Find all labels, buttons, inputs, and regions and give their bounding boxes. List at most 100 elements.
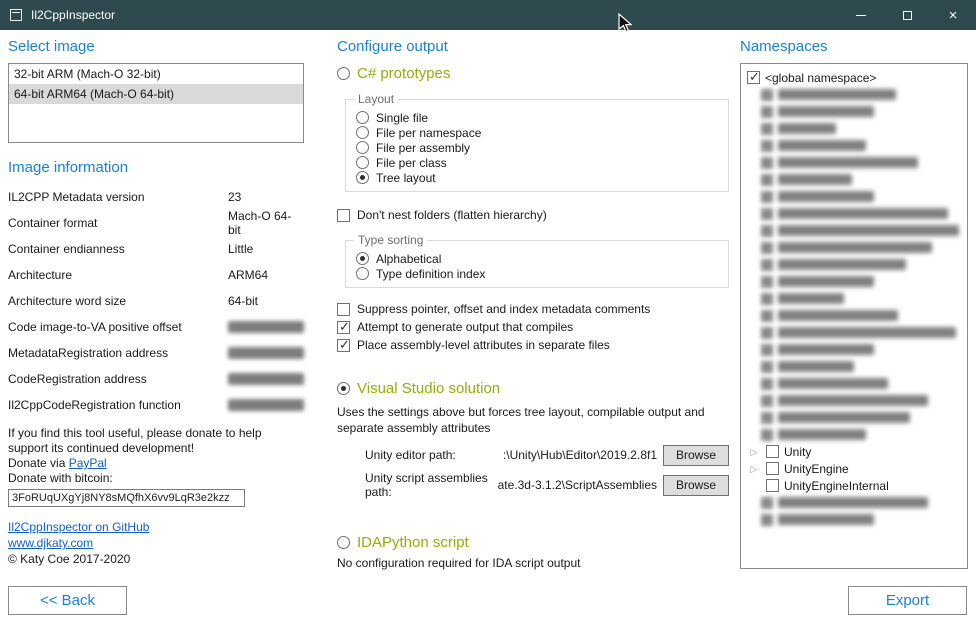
info-label: Architecture word size [8,294,228,308]
expander-icon[interactable]: ▷ [747,445,761,459]
radio-row-visual-studio[interactable]: Visual Studio solution [337,378,732,398]
minimize-button[interactable] [838,0,884,30]
checkbox-flatten-hierarchy[interactable] [337,209,350,222]
image-list-item-64-bit-arm64-mach-o-64-bit[interactable]: 64-bit ARM64 (Mach-O 64-bit) [9,84,303,104]
radio-tree-layout[interactable] [356,171,369,184]
namespace-checkbox-unityengine[interactable] [766,462,779,475]
namespace-item-redacted[interactable] [747,205,961,222]
redacted-checkbox [761,191,773,203]
namespace-item-redacted[interactable] [747,256,961,273]
info-row-coderegistration-address: CodeRegistration address [8,366,304,392]
checkbox-suppress-pointer-offset-and-index-metadata-comments[interactable] [337,303,350,316]
radio-row-file-per-assembly[interactable]: File per assembly [356,140,718,155]
namespace-item-redacted[interactable] [747,341,961,358]
image-list-item-32-bit-arm-mach-o-32-bit[interactable]: 32-bit ARM (Mach-O 32-bit) [9,64,303,84]
redacted-label [778,395,928,406]
flatten-hierarchy-label: Don't nest folders (flatten hierarchy) [357,208,547,222]
github-link[interactable]: Il2CppInspector on GitHub [8,519,304,535]
radio-visual-studio-solution[interactable] [337,382,350,395]
radio-row-file-per-class[interactable]: File per class [356,155,718,170]
radio-row-type-definition-index[interactable]: Type definition index [356,266,718,281]
radio-row-idapython[interactable]: IDAPython script [337,532,732,552]
namespace-item-redacted[interactable] [747,188,961,205]
checkbox-row-place-assembly-level-attributes-in-separate-files[interactable]: Place assembly-level attributes in separ… [337,336,732,354]
close-button[interactable]: × [930,0,976,30]
namespace-item-unityengine[interactable]: ▷UnityEngine [747,460,961,477]
namespace-checkbox-global-namespace[interactable] [747,71,760,84]
namespace-item-redacted[interactable] [747,86,961,103]
namespace-item-redacted[interactable] [747,154,961,171]
namespace-item-redacted[interactable] [747,307,961,324]
namespace-item-redacted[interactable] [747,239,961,256]
redacted-label [778,310,898,321]
namespace-item-redacted[interactable] [747,358,961,375]
idapython-label: IDAPython script [357,534,469,551]
checkbox-row-attempt-to-generate-output-that-compiles[interactable]: Attempt to generate output that compiles [337,318,732,336]
namespace-item-redacted[interactable] [747,426,961,443]
info-row-il2cppcoderegistration-function: Il2CppCodeRegistration function [8,392,304,418]
radio-row-single-file[interactable]: Single file [356,110,718,125]
radio-row-csharp-prototypes[interactable]: C# prototypes [337,63,732,83]
website-link[interactable]: www.djkaty.com [8,535,304,551]
namespaces-list[interactable]: <global namespace> ▷Unity▷UnityEngineUnit… [740,63,968,569]
maximize-button[interactable] [884,0,930,30]
expander-icon[interactable]: ▷ [747,462,761,476]
redacted-label [778,157,918,168]
radio-file-per-namespace[interactable] [356,126,369,139]
radio-idapython-script[interactable] [337,536,350,549]
namespace-label-global-namespace: <global namespace> [765,71,876,85]
radio-single-file[interactable] [356,111,369,124]
back-button[interactable]: << Back [8,586,127,615]
radio-alphabetical[interactable] [356,252,369,265]
namespace-item-redacted[interactable] [747,137,961,154]
info-row-code-image-to-va-positive-offset: Code image-to-VA positive offset [8,314,304,340]
info-label: IL2CPP Metadata version [8,190,228,204]
namespace-item-redacted[interactable] [747,511,961,528]
redacted-value [228,347,304,359]
radio-csharp-prototypes[interactable] [337,67,350,80]
namespace-item-unity[interactable]: ▷Unity [747,443,961,460]
checkbox-row-flatten[interactable]: Don't nest folders (flatten hierarchy) [337,206,732,224]
info-value: 23 [228,190,241,204]
titlebar[interactable]: Il2CppInspector × [0,0,976,30]
namespace-item-redacted[interactable] [747,375,961,392]
namespace-checkbox-unityengineinternal[interactable] [766,479,779,492]
radio-row-alphabetical[interactable]: Alphabetical [356,251,718,266]
namespace-item-redacted[interactable] [747,171,961,188]
checkbox-label-place-assembly-level-attributes-in-separate-files: Place assembly-level attributes in separ… [357,338,610,352]
image-listbox[interactable]: 32-bit ARM (Mach-O 32-bit)64-bit ARM64 (… [8,63,304,143]
namespace-item-redacted[interactable] [747,273,961,290]
radio-file-per-assembly[interactable] [356,141,369,154]
checkbox-row-suppress-pointer-offset-and-index-metadata-comments[interactable]: Suppress pointer, offset and index metad… [337,300,732,318]
redacted-label [778,242,932,253]
namespaces-header: Namespaces [740,38,968,55]
export-button[interactable]: Export [848,586,967,615]
namespace-item-redacted[interactable] [747,103,961,120]
info-label: Architecture [8,268,228,282]
checkbox-attempt-to-generate-output-that-compiles[interactable] [337,321,350,334]
configure-output-header: Configure output [337,38,732,55]
paypal-link[interactable]: PayPal [69,456,107,470]
radio-file-per-class[interactable] [356,156,369,169]
radio-type-definition-index[interactable] [356,267,369,280]
radio-row-file-per-namespace[interactable]: File per namespace [356,125,718,140]
namespace-item-redacted[interactable] [747,290,961,307]
redacted-checkbox [761,361,773,373]
namespace-item-redacted[interactable] [747,494,961,511]
info-row-container-endianness: Container endiannessLittle [8,236,304,262]
redacted-label [778,361,854,372]
namespace-item-redacted[interactable] [747,324,961,341]
namespace-item-redacted[interactable] [747,120,961,137]
radio-row-tree-layout[interactable]: Tree layout [356,170,718,185]
namespace-item-redacted[interactable] [747,409,961,426]
namespace-item-global-namespace[interactable]: <global namespace> [747,69,961,86]
bitcoin-address-field[interactable]: 3FoRUqUXgYj8NY8sMQfhX6vv9LqR3e2kzz [8,489,245,507]
namespace-item-redacted[interactable] [747,392,961,409]
checkbox-place-assembly-level-attributes-in-separate-files[interactable] [337,339,350,352]
namespace-item-unityengineinternal[interactable]: UnityEngineInternal [747,477,961,494]
sorting-options: AlphabeticalType definition index [356,251,718,281]
namespace-item-redacted[interactable] [747,222,961,239]
namespace-checkbox-unity[interactable] [766,445,779,458]
browse-button[interactable]: Browse [663,475,729,496]
browse-button[interactable]: Browse [663,445,729,466]
